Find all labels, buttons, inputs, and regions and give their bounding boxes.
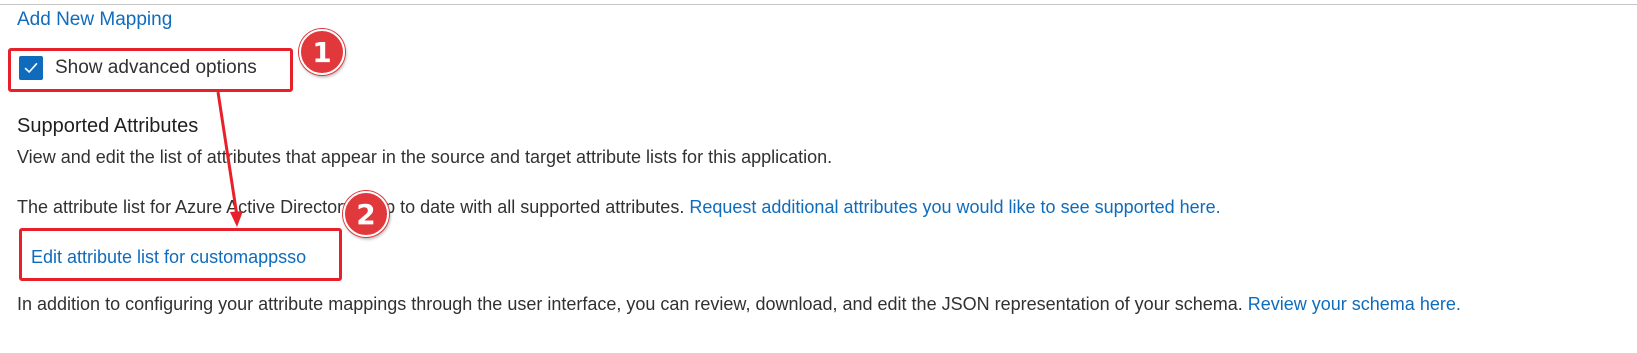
- schema-note-text: In addition to configuring your attribut…: [17, 294, 1243, 314]
- review-schema-link[interactable]: Review your schema here.: [1248, 294, 1461, 314]
- schema-note: In addition to configuring your attribut…: [17, 292, 1461, 316]
- aad-attribute-note: The attribute list for Azure Active Dire…: [17, 195, 1221, 219]
- request-additional-attributes-link[interactable]: Request additional attributes you would …: [689, 197, 1220, 217]
- callout-box-step-2: [19, 228, 342, 281]
- step-1-badge: 1: [299, 29, 345, 75]
- supported-attributes-title: Supported Attributes: [17, 115, 199, 137]
- step-2-badge: 2: [343, 191, 389, 237]
- callout-box-step-1: [8, 48, 293, 92]
- provisioning-mappings-panel: Add New Mapping Show advanced options Su…: [0, 0, 1637, 353]
- add-new-mapping-link[interactable]: Add New Mapping: [17, 8, 172, 32]
- top-divider: [0, 4, 1637, 5]
- supported-attributes-description: View and edit the list of attributes tha…: [17, 147, 833, 167]
